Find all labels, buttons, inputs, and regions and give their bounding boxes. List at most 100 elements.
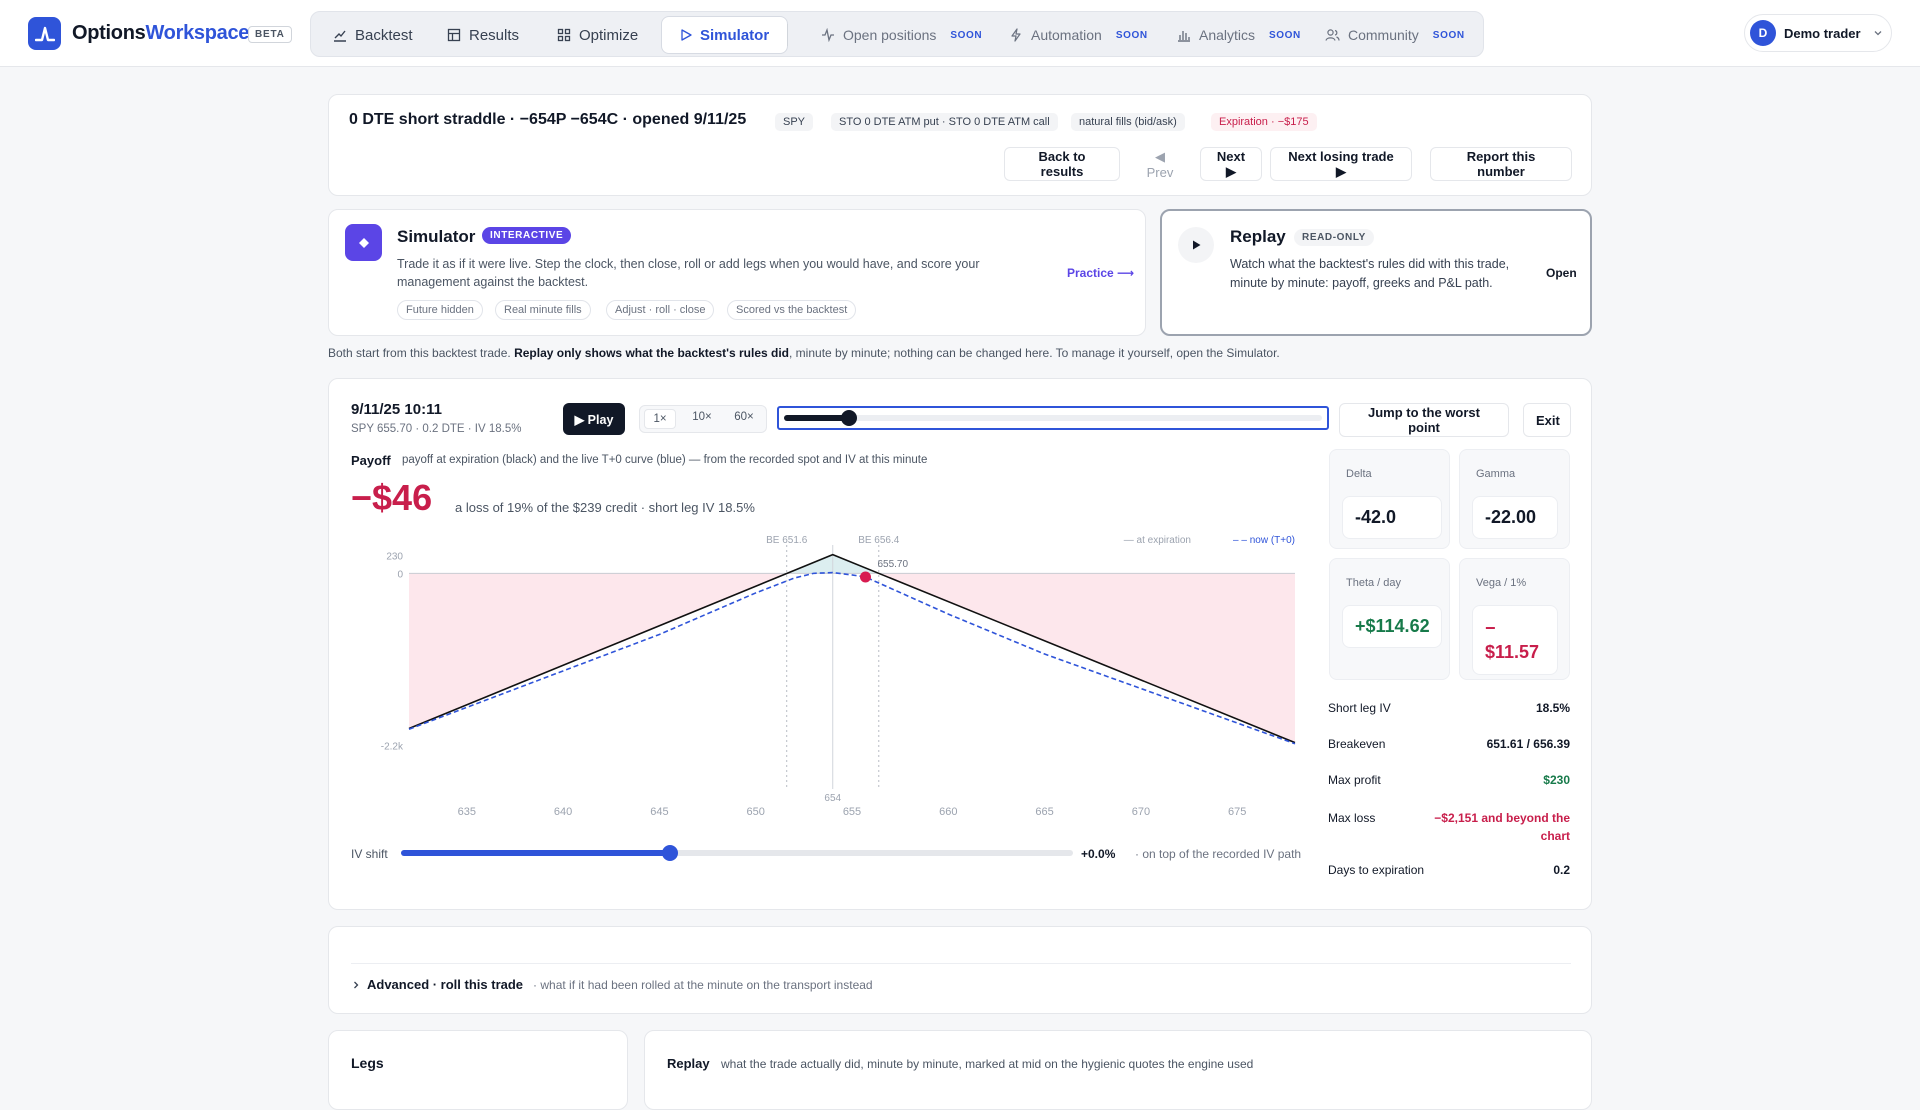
ticker-tag: SPY xyxy=(775,113,814,131)
x-tick-label: 665 xyxy=(1035,806,1053,818)
play-button[interactable]: ▶ Play xyxy=(563,403,625,435)
breakeven-high-label: BE 656.4 xyxy=(858,535,900,546)
iv-shift-label: IV shift xyxy=(351,847,388,861)
nav-divider xyxy=(787,24,788,46)
vega-value: − $11.57 xyxy=(1472,605,1558,675)
replay-title: Replay xyxy=(1230,227,1286,246)
bar-chart-icon xyxy=(1178,31,1190,42)
theta-label: Theta / day xyxy=(1346,577,1402,589)
chevron-down-icon xyxy=(1874,31,1882,36)
pill-future-hidden: Future hidden xyxy=(397,300,483,320)
nav-community[interactable]: Community SOON xyxy=(1307,16,1483,54)
delta-value: -42.0 xyxy=(1342,496,1442,539)
y-tick-label: 230 xyxy=(386,551,403,562)
stat-max-profit: Max profit $230 xyxy=(1328,773,1570,787)
legs-title: Legs xyxy=(351,1055,384,1071)
trade-header: 0 DTE short straddle · −654P −654C · ope… xyxy=(328,94,1592,196)
simulator-card[interactable]: Simulator INTERACTIVE Trade it as if it … xyxy=(328,209,1146,336)
practice-link[interactable]: Practice ⟶ xyxy=(1067,266,1134,280)
gamma-value: -22.00 xyxy=(1472,496,1558,539)
report-number-button[interactable]: Report this number xyxy=(1430,147,1572,181)
user-name: Demo trader xyxy=(1784,25,1861,41)
speed-1x[interactable]: 1× xyxy=(644,409,676,429)
x-tick-label: 675 xyxy=(1228,806,1246,818)
legend-expiration: — at expiration xyxy=(1124,535,1191,546)
x-tick-label: 670 xyxy=(1132,806,1150,818)
delta-card: Delta -42.0 xyxy=(1329,449,1450,549)
back-to-results-button[interactable]: Back to results xyxy=(1004,147,1120,181)
avatar: D xyxy=(1750,20,1776,46)
vega-card: Vega / 1% − $11.57 xyxy=(1459,558,1570,680)
theta-card: Theta / day +$114.62 xyxy=(1329,558,1450,680)
stat-days-to-expiration: Days to expiration 0.2 xyxy=(1328,863,1570,877)
nav-open-positions[interactable]: Open positions SOON xyxy=(803,16,1000,54)
y-tick-label: -2.2k xyxy=(381,742,404,753)
next-button[interactable]: Next ▶ xyxy=(1200,147,1262,181)
logo-icon[interactable] xyxy=(28,17,61,50)
replay-section-note: what the trade actually did, minute by m… xyxy=(721,1057,1254,1071)
timeline-thumb[interactable] xyxy=(840,410,857,426)
delta-label: Delta xyxy=(1346,468,1372,480)
nav-optimize[interactable]: Optimize xyxy=(539,16,656,54)
replay-open-button[interactable]: Open xyxy=(1546,266,1577,280)
prev-button[interactable]: ◀ Prev xyxy=(1128,147,1192,181)
x-tick-label: 645 xyxy=(650,806,668,818)
speed-selector: 1× 10× 60× xyxy=(639,405,767,433)
activity-icon xyxy=(822,28,834,42)
payoff-caption: payoff at expiration (black) and the liv… xyxy=(402,454,928,466)
payoff-chart: BE 651.6 BE 656.4 654 655.70 230 0 -2.2k 635 640… xyxy=(381,535,1296,818)
stat-max-loss: Max loss −$2,151 and beyond the chart xyxy=(1328,811,1570,843)
replay-card[interactable]: Replay READ-ONLY Watch what the backtest… xyxy=(1160,209,1592,336)
replay-panel: Replay what the trade actually did, minu… xyxy=(644,1030,1592,1110)
brand-name: OptionsWorkspace xyxy=(72,22,250,44)
strike-label: 654 xyxy=(824,793,841,804)
iv-slider-thumb[interactable] xyxy=(661,845,678,861)
chart-line-icon xyxy=(334,30,346,42)
theta-value: +$114.62 xyxy=(1342,605,1442,648)
simulator-description: Trade it as if it were live. Step the cl… xyxy=(397,257,980,289)
fills-tag: natural fills (bid/ask) xyxy=(1071,113,1185,131)
users-icon xyxy=(1325,29,1340,41)
x-tick-label: 640 xyxy=(554,806,572,818)
x-tick-label: 650 xyxy=(747,806,765,818)
next-losing-trade-button[interactable]: Next losing trade ▶ xyxy=(1270,147,1412,181)
nav-automation[interactable]: Automation SOON xyxy=(991,16,1166,54)
vega-label: Vega / 1% xyxy=(1476,577,1527,589)
nav-analytics[interactable]: Analytics SOON xyxy=(1159,16,1319,54)
read-only-badge: READ-ONLY xyxy=(1294,229,1374,246)
x-tick-label: 660 xyxy=(939,806,957,818)
trade-title: 0 DTE short straddle · −654P −654C · ope… xyxy=(349,111,747,128)
iv-shift-slider[interactable] xyxy=(401,843,1073,863)
nav-results[interactable]: Results xyxy=(429,16,537,54)
nav-simulator[interactable]: Simulator xyxy=(661,16,789,54)
play-outline-icon xyxy=(681,29,692,41)
speed-60x[interactable]: 60× xyxy=(726,411,762,423)
pill-real-minute-fills: Real minute fills xyxy=(495,300,591,320)
legend-now: – – now (T+0) xyxy=(1233,535,1295,546)
stat-short-leg-iv: Short leg IV 18.5% xyxy=(1328,701,1570,715)
grid-icon xyxy=(557,28,571,42)
strategy-tag: STO 0 DTE ATM put · STO 0 DTE ATM call xyxy=(831,113,1058,131)
pnl-note: a loss of 19% of the $239 credit · short… xyxy=(455,500,755,515)
legs-panel: Legs xyxy=(328,1030,628,1110)
nav-backtest[interactable]: Backtest xyxy=(315,16,431,54)
speed-10x[interactable]: 10× xyxy=(684,411,720,423)
spot-marker xyxy=(859,571,871,583)
top-bar: OptionsWorkspace BETA Backtest Results O… xyxy=(0,0,1920,67)
iv-shift-value: +0.0% xyxy=(1081,847,1116,861)
simulator-title: Simulator xyxy=(397,227,476,246)
x-tick-label: 655 xyxy=(843,806,861,818)
timeline-scrubber[interactable] xyxy=(777,406,1329,430)
beta-badge: BETA xyxy=(248,26,292,43)
user-menu[interactable]: D Demo trader xyxy=(1744,14,1892,52)
advanced-roll-panel: Advanced · roll this trade · what if it … xyxy=(328,926,1592,1014)
expiration-tag: Expiration · −$175 xyxy=(1211,113,1317,131)
replay-description: Watch what the backtest's rules did with… xyxy=(1230,257,1510,290)
exit-button[interactable]: Exit xyxy=(1523,403,1571,437)
iv-slider-fill xyxy=(401,850,670,856)
advanced-divider xyxy=(351,963,1571,964)
payoff-label: Payoff xyxy=(351,453,391,468)
gamma-card: Gamma -22.00 xyxy=(1459,449,1570,549)
jump-worst-point-button[interactable]: Jump to the worst point xyxy=(1339,403,1509,437)
advanced-roll-toggle[interactable]: Advanced · roll this trade · what if it … xyxy=(351,977,873,992)
